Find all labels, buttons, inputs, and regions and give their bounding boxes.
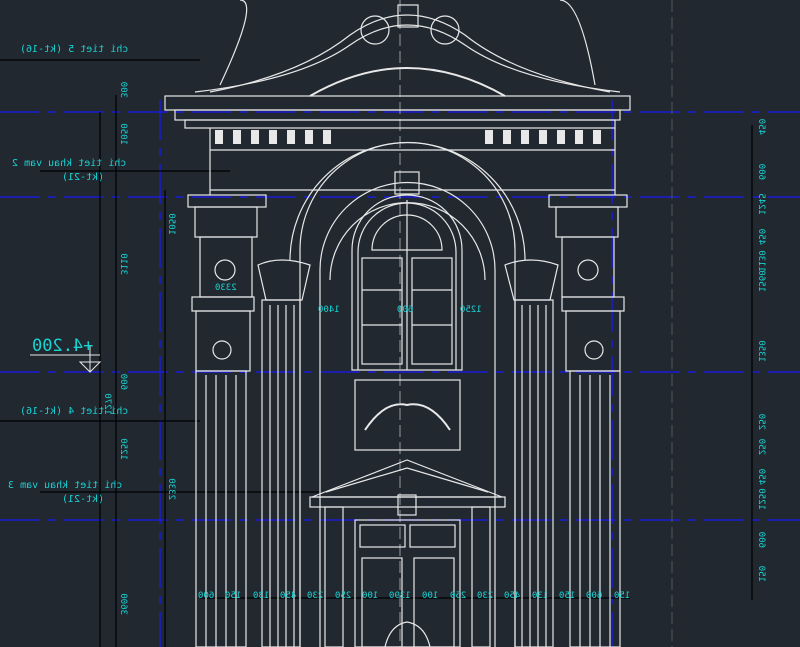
dim: 1130	[756, 250, 766, 272]
dim: 100	[362, 591, 379, 601]
dim: 150	[613, 591, 630, 601]
dim: 1250	[460, 305, 482, 315]
dim: 600	[397, 305, 414, 315]
dim: 2330	[166, 478, 176, 500]
dim: 1400	[318, 305, 340, 315]
dim: 1250	[756, 488, 766, 510]
dim: 1050	[166, 213, 176, 235]
detail-5-label: chi tiet 5 (kt-16)	[20, 44, 129, 55]
cad-drawing-canvas[interactable]: chi tiet 5 (kt-16) chi tiet khau vam 2 (…	[0, 0, 800, 647]
dim: 450	[280, 591, 297, 601]
dim: 3110	[118, 253, 128, 275]
dim: 450	[504, 591, 521, 601]
dim: 150	[558, 591, 576, 601]
dim: 250	[334, 591, 351, 601]
dim: 450	[756, 228, 766, 245]
dim: 450	[756, 468, 766, 485]
dim: 150	[225, 591, 242, 601]
dim: 300	[118, 81, 128, 98]
level-label: +4.200	[32, 336, 94, 356]
detail-arch-2-ref: (kt-21)	[62, 172, 105, 183]
dim: 3600	[118, 593, 128, 615]
dim: 600	[756, 531, 766, 548]
detail-arch-3-label: chi tiet khau vam 3	[8, 480, 123, 491]
dim: 600	[756, 163, 766, 180]
dim: 1560	[756, 270, 766, 292]
dim: 1250	[118, 438, 128, 460]
dim: 600	[198, 591, 215, 601]
dim: 100	[422, 591, 439, 601]
dim: 2330	[215, 283, 237, 293]
dim: 230	[307, 591, 324, 601]
dim: 1270	[102, 393, 112, 415]
dim: 250	[449, 591, 466, 601]
dim: 130	[531, 591, 548, 601]
dim: 600	[586, 591, 603, 601]
dim: 600	[118, 373, 128, 390]
dim: 450	[756, 118, 766, 135]
detail-arch-2-label: chi tiet khau vam 2	[12, 158, 127, 169]
dim: 130	[252, 591, 269, 601]
dim: 1350	[756, 340, 766, 362]
dim: 1390	[389, 591, 412, 601]
bottom-dimensions: 600 150 130 450 230 250 100 1390 100 250…	[198, 591, 630, 601]
detail-4-label: chi tiet 4 (kt-16)	[20, 406, 129, 417]
leader-lines	[0, 59, 753, 647]
dim: 230	[476, 591, 494, 601]
dim: 1050	[118, 123, 128, 145]
dim: 250	[756, 413, 766, 430]
dim: 1245	[756, 193, 766, 215]
detail-arch-3-ref: (kt-21)	[62, 494, 105, 505]
building-elevation	[164, 0, 631, 647]
dim: 250	[756, 438, 766, 455]
dim: 150	[756, 565, 766, 582]
